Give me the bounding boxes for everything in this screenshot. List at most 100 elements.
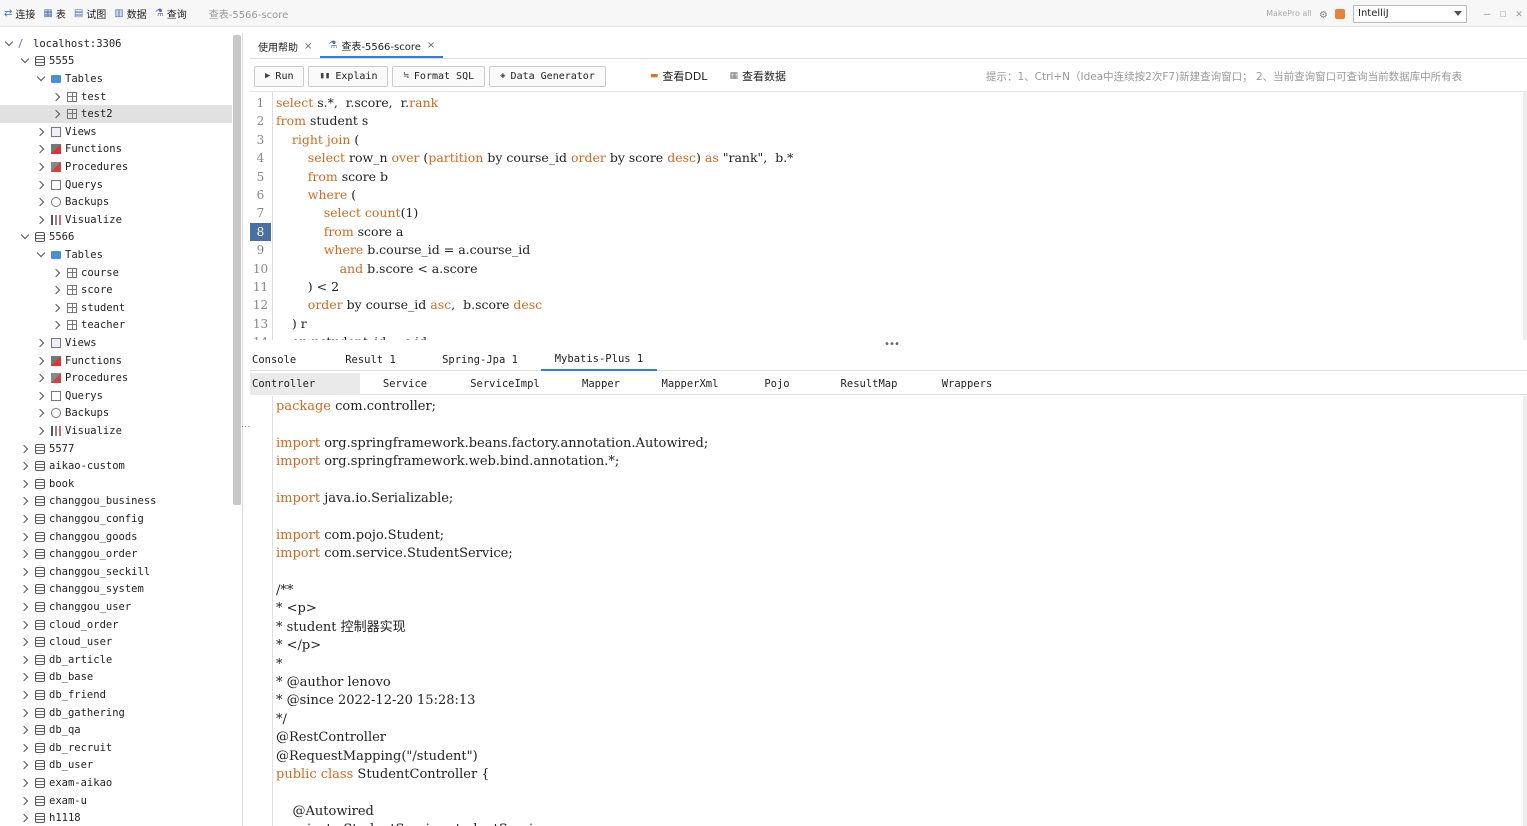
toolbar-table-button[interactable]: ▦ 表 xyxy=(39,3,69,23)
code-type-tab[interactable]: ServiceImpl xyxy=(450,373,560,395)
format-sql-button[interactable]: ≒ Format SQL xyxy=(392,65,486,87)
chevron-right-icon[interactable] xyxy=(21,515,29,523)
tree-item[interactable]: Backups xyxy=(0,405,232,423)
chevron-right-icon[interactable] xyxy=(37,357,45,365)
chevron-right-icon[interactable] xyxy=(21,814,29,822)
tree-item[interactable]: aikao-custom xyxy=(0,457,232,475)
tree-item[interactable]: db_article xyxy=(0,651,232,669)
toolbar-view-button[interactable]: ▤ 试图 xyxy=(70,3,110,23)
tree-item[interactable]: 5577 xyxy=(0,440,232,458)
tree-item[interactable]: test2 xyxy=(0,105,232,123)
code-type-tab[interactable]: Pojo xyxy=(738,373,816,395)
splitter-handle[interactable]: ⋮ xyxy=(240,422,250,431)
code-scrollbar[interactable] xyxy=(1523,396,1527,826)
maximize-icon[interactable]: ☐ xyxy=(1495,7,1511,20)
editor-tab[interactable]: ⚗ 查表-5566-score × xyxy=(320,34,444,58)
chevron-right-icon[interactable] xyxy=(21,797,29,805)
chevron-right-icon[interactable] xyxy=(37,409,45,417)
chevron-right-icon[interactable] xyxy=(21,744,29,752)
chevron-right-icon[interactable] xyxy=(37,392,45,400)
result-tab[interactable]: Spring-Jpa 1 xyxy=(419,349,541,371)
tree-item[interactable]: changgou_config xyxy=(0,510,232,528)
chevron-right-icon[interactable] xyxy=(21,779,29,787)
run-button[interactable]: ▶ Run xyxy=(254,65,305,87)
tree-item[interactable]: cloud_user xyxy=(0,633,232,651)
tree-item[interactable]: course xyxy=(0,264,232,282)
code-type-tab[interactable]: Controller xyxy=(250,373,360,395)
tree-item[interactable]: db_friend xyxy=(0,686,232,704)
tree-item[interactable]: changgou_seckill xyxy=(0,563,232,581)
chevron-right-icon[interactable] xyxy=(53,269,61,277)
chevron-right-icon[interactable] xyxy=(37,163,45,171)
tree-item[interactable]: Backups xyxy=(0,193,232,211)
tree-item[interactable]: Querys xyxy=(0,387,232,405)
sql-scrollbar[interactable] xyxy=(1523,91,1527,340)
tree-item[interactable]: Visualize xyxy=(0,422,232,440)
chevron-right-icon[interactable] xyxy=(53,286,61,294)
toolbar-query-button[interactable]: ⚗ 查询 xyxy=(151,3,191,23)
ide-select[interactable]: IntelliJ xyxy=(1353,4,1467,23)
sidebar-scrollbar[interactable] xyxy=(233,35,241,505)
tree-item[interactable]: changgou_user xyxy=(0,598,232,616)
chevron-right-icon[interactable] xyxy=(37,216,45,224)
tree-item[interactable]: Tables xyxy=(0,246,232,264)
chevron-right-icon[interactable] xyxy=(21,533,29,541)
tree-item[interactable]: Procedures xyxy=(0,369,232,387)
chevron-right-icon[interactable] xyxy=(37,145,45,153)
tree-item[interactable]: db_user xyxy=(0,757,232,775)
chevron-right-icon[interactable] xyxy=(21,726,29,734)
chevron-right-icon[interactable] xyxy=(37,339,45,347)
chevron-right-icon[interactable] xyxy=(21,585,29,593)
tree-item[interactable]: h1118 xyxy=(0,809,232,826)
tree-item[interactable]: Views xyxy=(0,123,232,141)
chevron-right-icon[interactable] xyxy=(21,445,29,453)
plugin-cube-icon[interactable] xyxy=(1335,8,1345,19)
close-tab-icon[interactable]: × xyxy=(304,41,312,52)
explain-button[interactable]: ▮▮ Explain xyxy=(308,65,389,87)
data-generator-button[interactable]: ◈ Data Generator xyxy=(489,65,606,87)
chevron-right-icon[interactable] xyxy=(53,93,61,101)
chevron-right-icon[interactable] xyxy=(37,128,45,136)
view-ddl-button[interactable]: ▬ 查看DDL xyxy=(650,68,708,84)
result-tab[interactable]: Console xyxy=(250,349,322,371)
chevron-down-icon[interactable] xyxy=(37,251,45,259)
chevron-right-icon[interactable] xyxy=(37,427,45,435)
chevron-down-icon[interactable] xyxy=(5,40,13,48)
tree-item[interactable]: db_recruit xyxy=(0,739,232,757)
sql-editor[interactable]: 1234567891011121314 select s.*, r.score,… xyxy=(250,91,1524,340)
chevron-right-icon[interactable] xyxy=(53,304,61,312)
chevron-right-icon[interactable] xyxy=(37,198,45,206)
chevron-right-icon[interactable] xyxy=(21,480,29,488)
chevron-right-icon[interactable] xyxy=(21,603,29,611)
toolbar-data-button[interactable]: ▥ 数据 xyxy=(110,3,150,23)
chevron-right-icon[interactable] xyxy=(21,497,29,505)
chevron-right-icon[interactable] xyxy=(21,621,29,629)
chevron-right-icon[interactable] xyxy=(21,691,29,699)
tree-item[interactable]: score xyxy=(0,281,232,299)
tree-item[interactable]: test xyxy=(0,88,232,106)
tree-item[interactable]: db_base xyxy=(0,669,232,687)
code-type-tab[interactable]: MapperXml xyxy=(642,373,738,395)
tree-item[interactable]: student xyxy=(0,299,232,317)
editor-tab[interactable]: 使用帮助 × xyxy=(250,34,320,58)
gear-icon[interactable]: ⚙ xyxy=(1320,7,1327,21)
minimize-icon[interactable]: — xyxy=(1479,7,1495,20)
tree-item[interactable]: exam-u xyxy=(0,792,232,810)
chevron-right-icon[interactable] xyxy=(21,673,29,681)
tree-item[interactable]: exam-aikao xyxy=(0,774,232,792)
view-data-button[interactable]: ▦ 查看数据 xyxy=(729,68,786,84)
chevron-right-icon[interactable] xyxy=(21,462,29,470)
tree-item[interactable]: Functions xyxy=(0,352,232,370)
tree-item[interactable]: changgou_system xyxy=(0,581,232,599)
close-tab-icon[interactable]: × xyxy=(427,40,435,51)
chevron-right-icon[interactable] xyxy=(53,110,61,118)
tree-item[interactable]: localhost:3306 xyxy=(0,35,232,53)
tree-item[interactable]: Functions xyxy=(0,141,232,159)
code-type-tab[interactable]: Mapper xyxy=(560,373,642,395)
tree-item[interactable]: changgou_business xyxy=(0,493,232,511)
tree-item[interactable]: db_qa xyxy=(0,721,232,739)
chevron-right-icon[interactable] xyxy=(37,181,45,189)
chevron-down-icon[interactable] xyxy=(37,75,45,83)
chevron-right-icon[interactable] xyxy=(21,761,29,769)
chevron-right-icon[interactable] xyxy=(21,550,29,558)
